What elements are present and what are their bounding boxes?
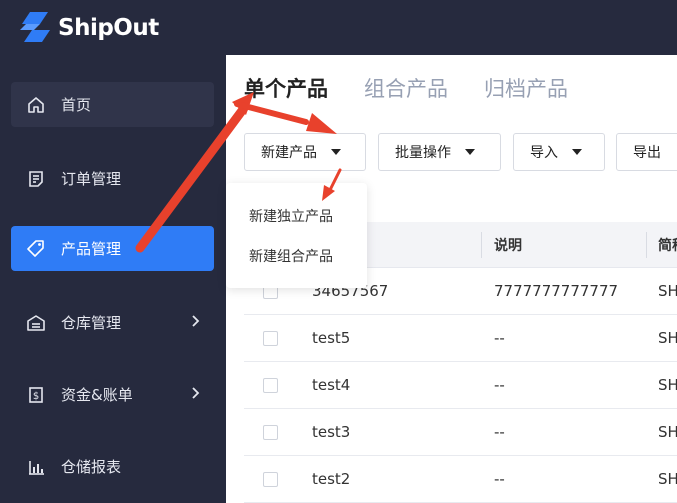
brand-logo[interactable]: ShipOut [18,8,159,48]
batch-ops-label: 批量操作 [395,145,451,161]
sidebar-item-label: 仓库管理 [61,314,122,332]
column-divider [646,232,647,258]
tab-bundle-product[interactable]: 组合产品 [364,73,448,103]
caret-down-icon [465,149,475,155]
row-sku: test4 [312,376,351,394]
brand-name: ShipOut [58,15,159,41]
caret-down-icon [331,149,341,155]
sidebar-item-label: 资金&账单 [61,386,133,404]
row-sku: test3 [312,423,351,441]
report-chart-icon [25,456,47,478]
table-row[interactable]: test5 -- SH [244,315,677,362]
svg-text:$: $ [33,391,39,402]
table-row[interactable]: test2 -- SH [244,456,677,503]
new-product-label: 新建产品 [261,145,317,161]
caret-down-icon [572,149,582,155]
sidebar-item-finance[interactable]: $ 资金&账单 [11,372,214,417]
chevron-right-icon [192,315,200,327]
product-tabs: 单个产品 组合产品 归档产品 [244,73,604,103]
header-description: 说明 [494,237,522,254]
new-product-dropdown: 新建独立产品 新建组合产品 [226,183,367,288]
shipout-logo-icon [20,12,50,42]
chevron-right-icon [192,387,200,399]
sidebar-item-label: 产品管理 [61,240,122,258]
row-short-name: SH [658,423,677,441]
sidebar-item-label: 首页 [61,96,92,114]
row-short-name: SH [658,376,677,394]
row-sku: test2 [312,470,351,488]
app-root: ShipOut 首页 订单管理 产品管理 仓库管理 $ 资金&账单 仓储报表 单… [0,0,677,503]
order-icon [25,168,47,190]
row-checkbox[interactable] [263,377,278,393]
column-divider [481,232,482,258]
row-description: -- [494,329,505,347]
export-button[interactable]: 导出 [616,133,677,171]
menu-item-new-standalone-product[interactable]: 新建独立产品 [249,206,333,226]
sidebar-item-label: 订单管理 [61,170,122,188]
sidebar-item-warehouse[interactable]: 仓库管理 [11,300,214,345]
sidebar-item-products[interactable]: 产品管理 [11,226,214,271]
row-description: -- [494,376,505,394]
home-icon [25,94,47,116]
menu-item-new-bundle-product[interactable]: 新建组合产品 [249,246,333,266]
import-label: 导入 [530,145,558,161]
import-button[interactable]: 导入 [513,133,605,171]
sidebar-item-label: 仓储报表 [61,458,122,476]
warehouse-icon [25,312,47,334]
header-short-name: 简称 [658,237,677,254]
tab-archived-product[interactable]: 归档产品 [484,73,568,103]
row-checkbox[interactable] [263,471,278,487]
row-description: 7777777777777 [494,282,619,300]
sidebar-item-reports[interactable]: 仓储报表 [11,444,214,489]
sidebar: ShipOut 首页 订单管理 产品管理 仓库管理 $ 资金&账单 仓储报表 [0,0,226,503]
sidebar-item-orders[interactable]: 订单管理 [11,156,214,201]
row-sku: test5 [312,329,351,347]
row-checkbox[interactable] [263,330,278,346]
tab-single-product[interactable]: 单个产品 [244,73,328,103]
product-tag-icon [25,238,47,260]
row-short-name: SH [658,282,677,300]
new-product-button[interactable]: 新建产品 [244,133,366,171]
bill-icon: $ [25,384,47,406]
row-description: -- [494,470,505,488]
row-checkbox[interactable] [263,424,278,440]
row-description: -- [494,423,505,441]
table-row[interactable]: test4 -- SH [244,362,677,409]
table-row[interactable]: test3 -- SH [244,409,677,456]
export-label: 导出 [633,145,661,161]
row-short-name: SH [658,470,677,488]
batch-ops-button[interactable]: 批量操作 [378,133,501,171]
sidebar-item-home[interactable]: 首页 [11,82,214,127]
row-short-name: SH [658,329,677,347]
